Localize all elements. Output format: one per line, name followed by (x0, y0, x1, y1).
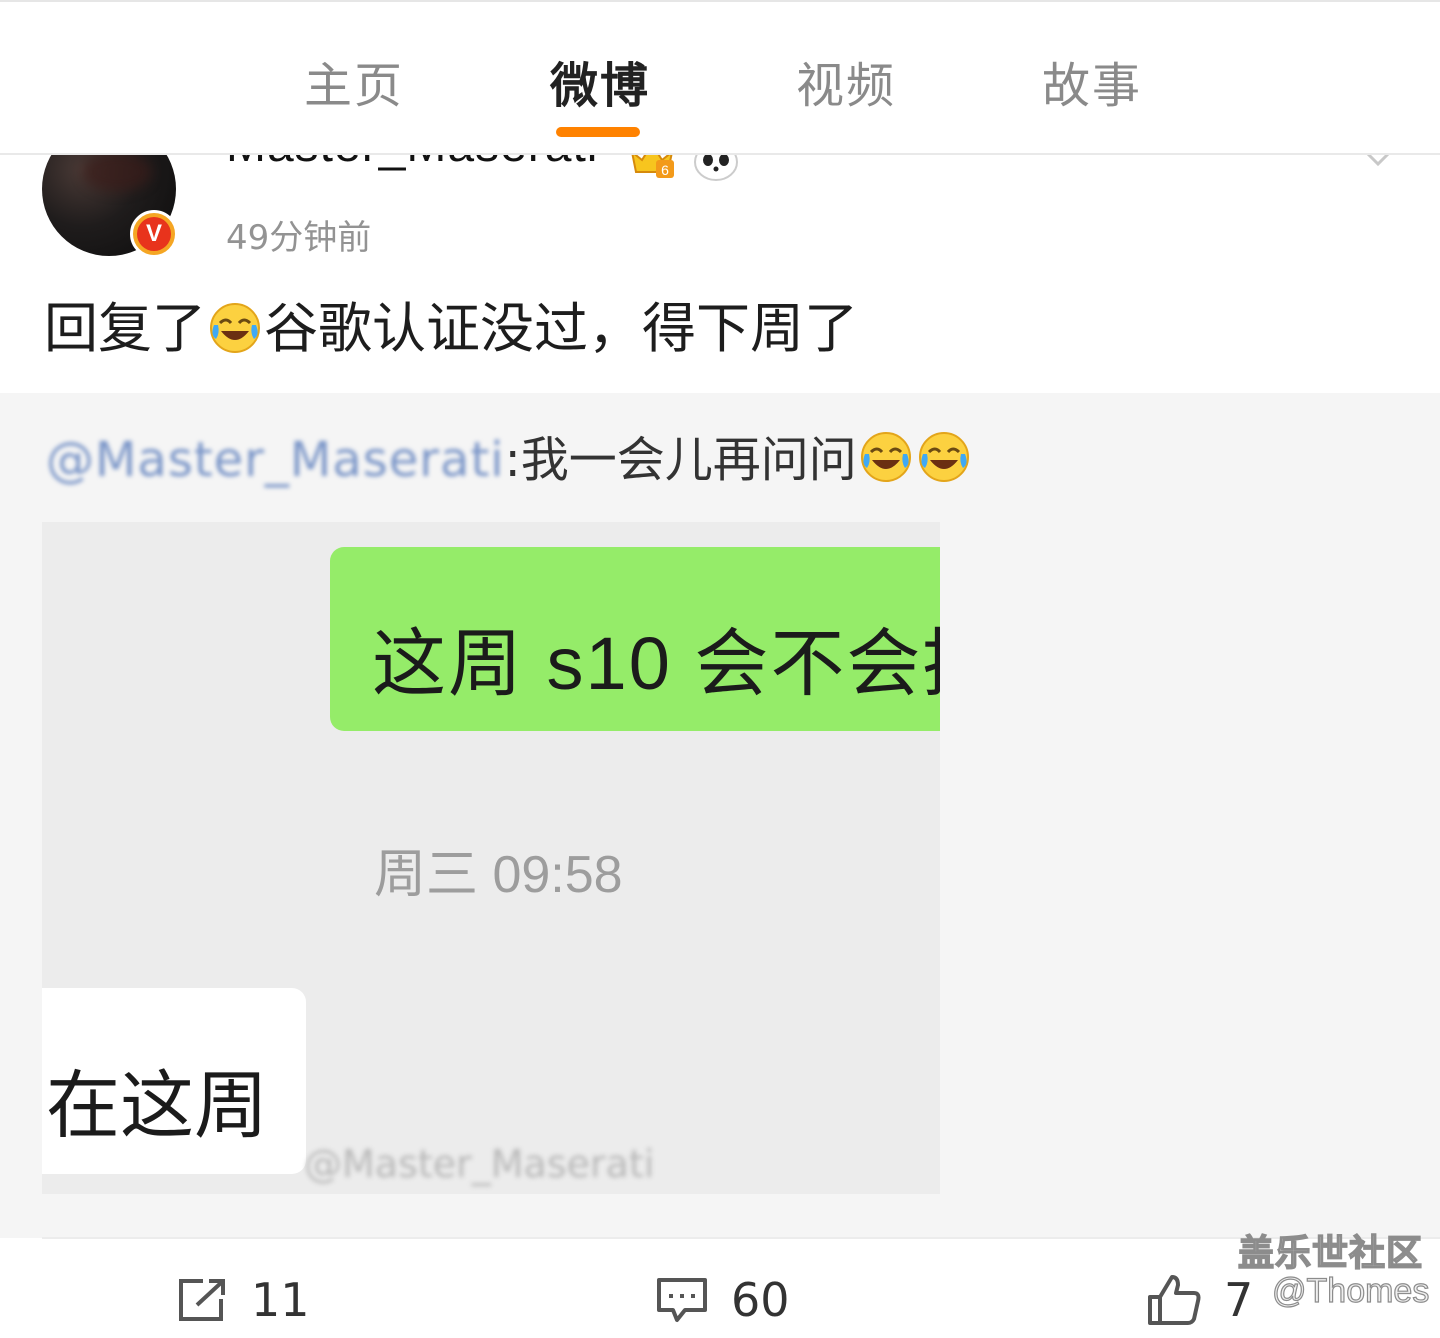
tab-video[interactable]: 视频 (796, 46, 896, 116)
laugh-cry-emoji-icon (918, 432, 969, 482)
site-watermark: 盖乐世社区 (1237, 1232, 1424, 1275)
active-tab-indicator (556, 127, 640, 137)
repost-text: @Master_Maserati:我一会儿再问问 (46, 430, 973, 490)
thumbs-up-icon (1148, 1275, 1201, 1325)
verified-badge-label: V (137, 217, 171, 251)
avatar-image (82, 152, 152, 192)
post-text-part2: 谷歌认证没过，得下周了 (264, 297, 858, 360)
post-time: 49分钟前 (226, 218, 372, 258)
forward-count: 11 (251, 1273, 310, 1327)
chat-timestamp: 周三 09:58 (374, 846, 623, 904)
laugh-cry-emoji-icon (210, 303, 260, 353)
tab-weibo[interactable]: 微博 (550, 46, 650, 116)
comment-icon (657, 1278, 707, 1322)
forward-icon (179, 1279, 225, 1321)
comment-count: 60 (731, 1273, 790, 1327)
post-text-part1: 回复了 (44, 297, 206, 360)
tab-home[interactable]: 主页 (304, 46, 404, 116)
user-watermark: @Thomes (1271, 1271, 1430, 1310)
tab-story[interactable]: 故事 (1042, 46, 1142, 116)
svg-text:6: 6 (661, 162, 669, 178)
verified-badge: V (130, 210, 178, 258)
received-message-text: 在这周 (46, 1063, 268, 1149)
divider (42, 1237, 1440, 1239)
repost-mention[interactable]: @Master_Maserati (46, 432, 505, 488)
attached-chat-screenshot[interactable]: 这周 s10 会不会推 周三 09:58 在这周 @Master_Maserat… (42, 522, 940, 1194)
repost-body: :我一会儿再问问 (504, 432, 857, 488)
laugh-cry-emoji-icon (860, 432, 911, 482)
comment-button[interactable]: 60 (655, 1262, 790, 1338)
post-text: 回复了 谷歌认证没过，得下周了 (44, 296, 858, 362)
image-watermark: @Master_Maserati (304, 1142, 655, 1186)
tab-bar (0, 0, 1440, 155)
like-count: 7 (1224, 1273, 1254, 1327)
forward-button[interactable]: 11 (175, 1262, 310, 1338)
sent-message-text: 这周 s10 会不会推 (372, 622, 940, 705)
